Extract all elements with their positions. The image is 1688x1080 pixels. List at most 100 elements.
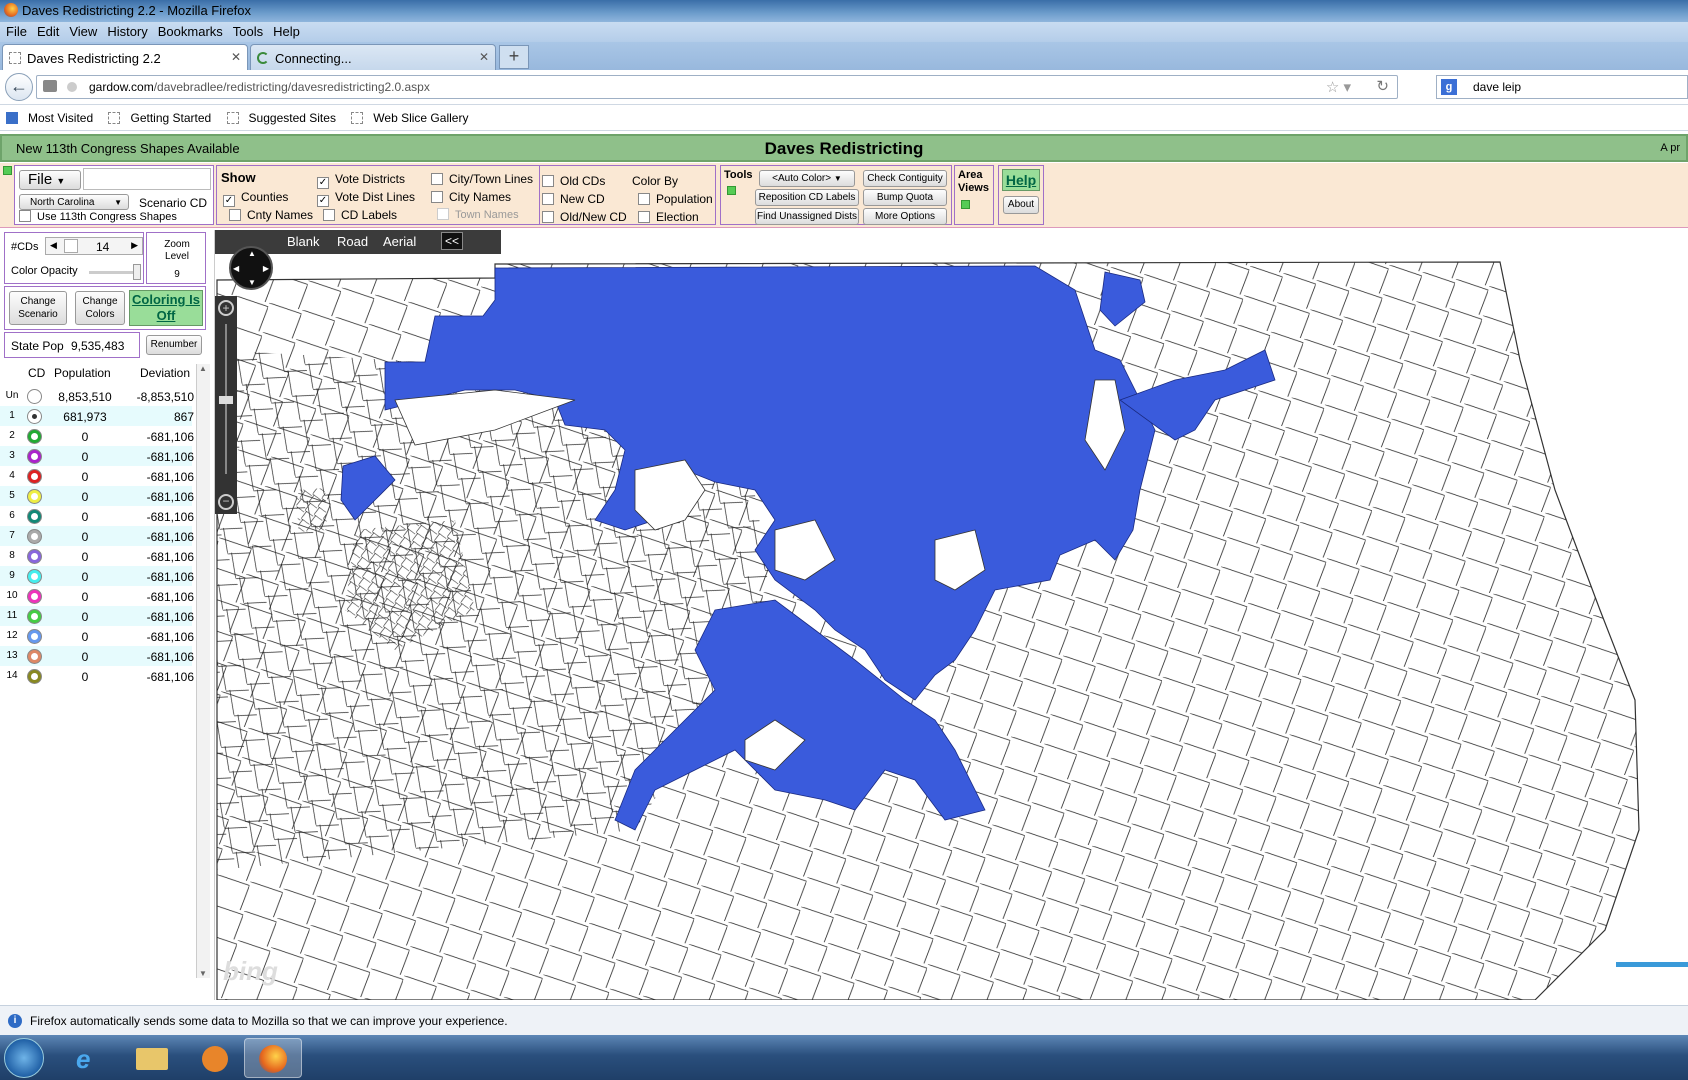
auto-color-select[interactable]: <Auto Color> ▼ (759, 170, 855, 187)
checkbox-box[interactable] (323, 209, 335, 221)
district-select-radio[interactable] (27, 409, 42, 424)
cds-stepper[interactable]: ◀ 14 ▶ (45, 237, 143, 255)
city-town-lines-checkbox[interactable]: City/Town Lines (431, 172, 533, 186)
new-cd-checkbox[interactable]: New CD (542, 192, 605, 206)
checkbox-box[interactable] (229, 209, 241, 221)
table-row[interactable]: 5 0 -681,106 (0, 486, 194, 506)
population-checkbox[interactable]: Population (638, 192, 713, 206)
district-select-radio[interactable] (27, 589, 42, 604)
table-row[interactable]: 2 0 -681,106 (0, 426, 194, 446)
district-select-radio[interactable] (27, 549, 42, 564)
table-row[interactable]: 7 0 -681,106 (0, 526, 194, 546)
table-row[interactable]: 8 0 -681,106 (0, 546, 194, 566)
checkbox-box[interactable] (431, 191, 443, 203)
back-button[interactable]: ← (5, 73, 33, 101)
reload-icon[interactable]: ↻ (1376, 77, 1389, 95)
bookmark-most-visited[interactable]: Most Visited (6, 111, 93, 125)
district-select-radio[interactable] (27, 429, 42, 444)
checkbox-box[interactable] (542, 175, 554, 187)
pan-left-icon[interactable]: ◀ (233, 264, 239, 273)
district-select-radio[interactable] (27, 569, 42, 584)
menu-file[interactable]: File (0, 22, 31, 39)
cd-labels-checkbox[interactable]: CD Labels (323, 208, 397, 222)
checkbox-box[interactable] (19, 210, 31, 222)
url-bar[interactable]: gardow.com/davebradlee/redistricting/dav… (36, 75, 1398, 99)
menu-bookmarks[interactable]: Bookmarks (152, 22, 227, 39)
collapse-tools-button[interactable] (727, 186, 736, 195)
firefox-taskbar-icon[interactable] (244, 1038, 302, 1078)
district-select-radio[interactable] (27, 449, 42, 464)
menu-help[interactable]: Help (267, 22, 304, 39)
election-checkbox[interactable]: Election (638, 210, 699, 224)
change-colors-button[interactable]: Change Colors (75, 291, 125, 325)
map-view[interactable]: Blank Road Aerial << ▲ ▼ ◀ ▶ + − bing (214, 230, 1688, 1000)
checkbox-box[interactable]: ✓ (317, 195, 329, 207)
zoom-out-icon[interactable]: − (218, 494, 234, 510)
checkbox-box[interactable]: ✓ (317, 177, 329, 189)
map-view-blank[interactable]: Blank (287, 234, 320, 249)
checkbox-box[interactable] (638, 211, 650, 223)
renumber-button[interactable]: Renumber (146, 335, 202, 355)
bookmark-getting-started[interactable]: Getting Started (102, 111, 211, 125)
map-view-road[interactable]: Road (337, 234, 368, 249)
file-name-field[interactable] (83, 168, 211, 190)
menu-tools[interactable]: Tools (227, 22, 267, 39)
menu-history[interactable]: History (101, 22, 151, 39)
city-names-checkbox[interactable]: City Names (431, 190, 511, 204)
menu-view[interactable]: View (63, 22, 101, 39)
site-identity-icon[interactable] (43, 80, 57, 92)
pan-down-icon[interactable]: ▼ (248, 278, 256, 287)
checkbox-box[interactable] (638, 193, 650, 205)
more-options-button[interactable]: More Options (863, 208, 947, 225)
left-arrow-icon[interactable]: ◀ (50, 240, 57, 251)
bookmark-web-slice-gallery[interactable]: Web Slice Gallery (345, 111, 468, 125)
about-button[interactable]: About (1003, 196, 1039, 214)
table-row[interactable]: 12 0 -681,106 (0, 626, 194, 646)
district-select-radio[interactable] (27, 609, 42, 624)
district-select-radio[interactable] (27, 669, 42, 684)
table-row[interactable]: 11 0 -681,106 (0, 606, 194, 626)
zoom-in-icon[interactable]: + (218, 300, 234, 316)
vote-districts-checkbox[interactable]: ✓ Vote Districts (317, 172, 405, 189)
pan-up-icon[interactable]: ▲ (248, 249, 256, 258)
new-tab-button[interactable]: + (499, 45, 529, 69)
find-unassigned-button[interactable]: Find Unassigned Dists (755, 208, 859, 225)
district-select-radio[interactable] (27, 469, 42, 484)
help-button[interactable]: Help (1002, 169, 1040, 191)
district-select-radio[interactable] (27, 649, 42, 664)
table-row[interactable]: 14 0 -681,106 (0, 666, 194, 686)
reposition-cd-labels-button[interactable]: Reposition CD Labels (755, 189, 859, 206)
checkbox-box[interactable]: ✓ (223, 195, 235, 207)
close-tab-icon[interactable]: ✕ (479, 50, 489, 64)
stepper-thumb[interactable] (64, 239, 78, 253)
table-row[interactable]: 6 0 -681,106 (0, 506, 194, 526)
scroll-down-icon[interactable]: ▼ (199, 969, 207, 978)
file-explorer-icon[interactable] (124, 1038, 182, 1078)
district-select-radio[interactable] (27, 489, 42, 504)
collapse-views-button[interactable]: << (441, 232, 463, 250)
state-select[interactable]: North Carolina ▼ (19, 194, 129, 210)
table-row[interactable]: 4 0 -681,106 (0, 466, 194, 486)
map-view-aerial[interactable]: Aerial (383, 234, 416, 249)
right-arrow-icon[interactable]: ▶ (131, 240, 138, 251)
table-row[interactable]: Un 8,853,510 -8,853,510 (0, 386, 194, 406)
old-new-cd-checkbox[interactable]: Old/New CD (542, 210, 627, 224)
opacity-slider-thumb[interactable] (133, 264, 141, 280)
search-box[interactable]: g dave leip (1436, 75, 1688, 99)
cnty-names-checkbox[interactable]: Cnty Names (229, 208, 313, 222)
zoom-rail[interactable]: + − (215, 296, 237, 514)
internet-explorer-icon[interactable]: e (60, 1038, 118, 1078)
pan-right-icon[interactable]: ▶ (263, 264, 269, 273)
expand-area-views-button[interactable] (961, 200, 970, 209)
checkbox-box[interactable] (431, 173, 443, 185)
bookmark-suggested-sites[interactable]: Suggested Sites (221, 111, 336, 125)
menu-edit[interactable]: Edit (31, 22, 63, 39)
file-menu-button[interactable]: File ▼ (19, 170, 81, 190)
district-select-radio[interactable] (27, 529, 42, 544)
bump-quota-button[interactable]: Bump Quota (863, 189, 947, 206)
tab-daves-redistricting[interactable]: Daves Redistricting 2.2 ✕ (2, 44, 248, 70)
old-cds-checkbox[interactable]: Old CDs (542, 174, 605, 188)
checkbox-box[interactable] (542, 211, 554, 223)
google-icon[interactable]: g (1441, 79, 1457, 95)
close-tab-icon[interactable]: ✕ (231, 50, 241, 64)
